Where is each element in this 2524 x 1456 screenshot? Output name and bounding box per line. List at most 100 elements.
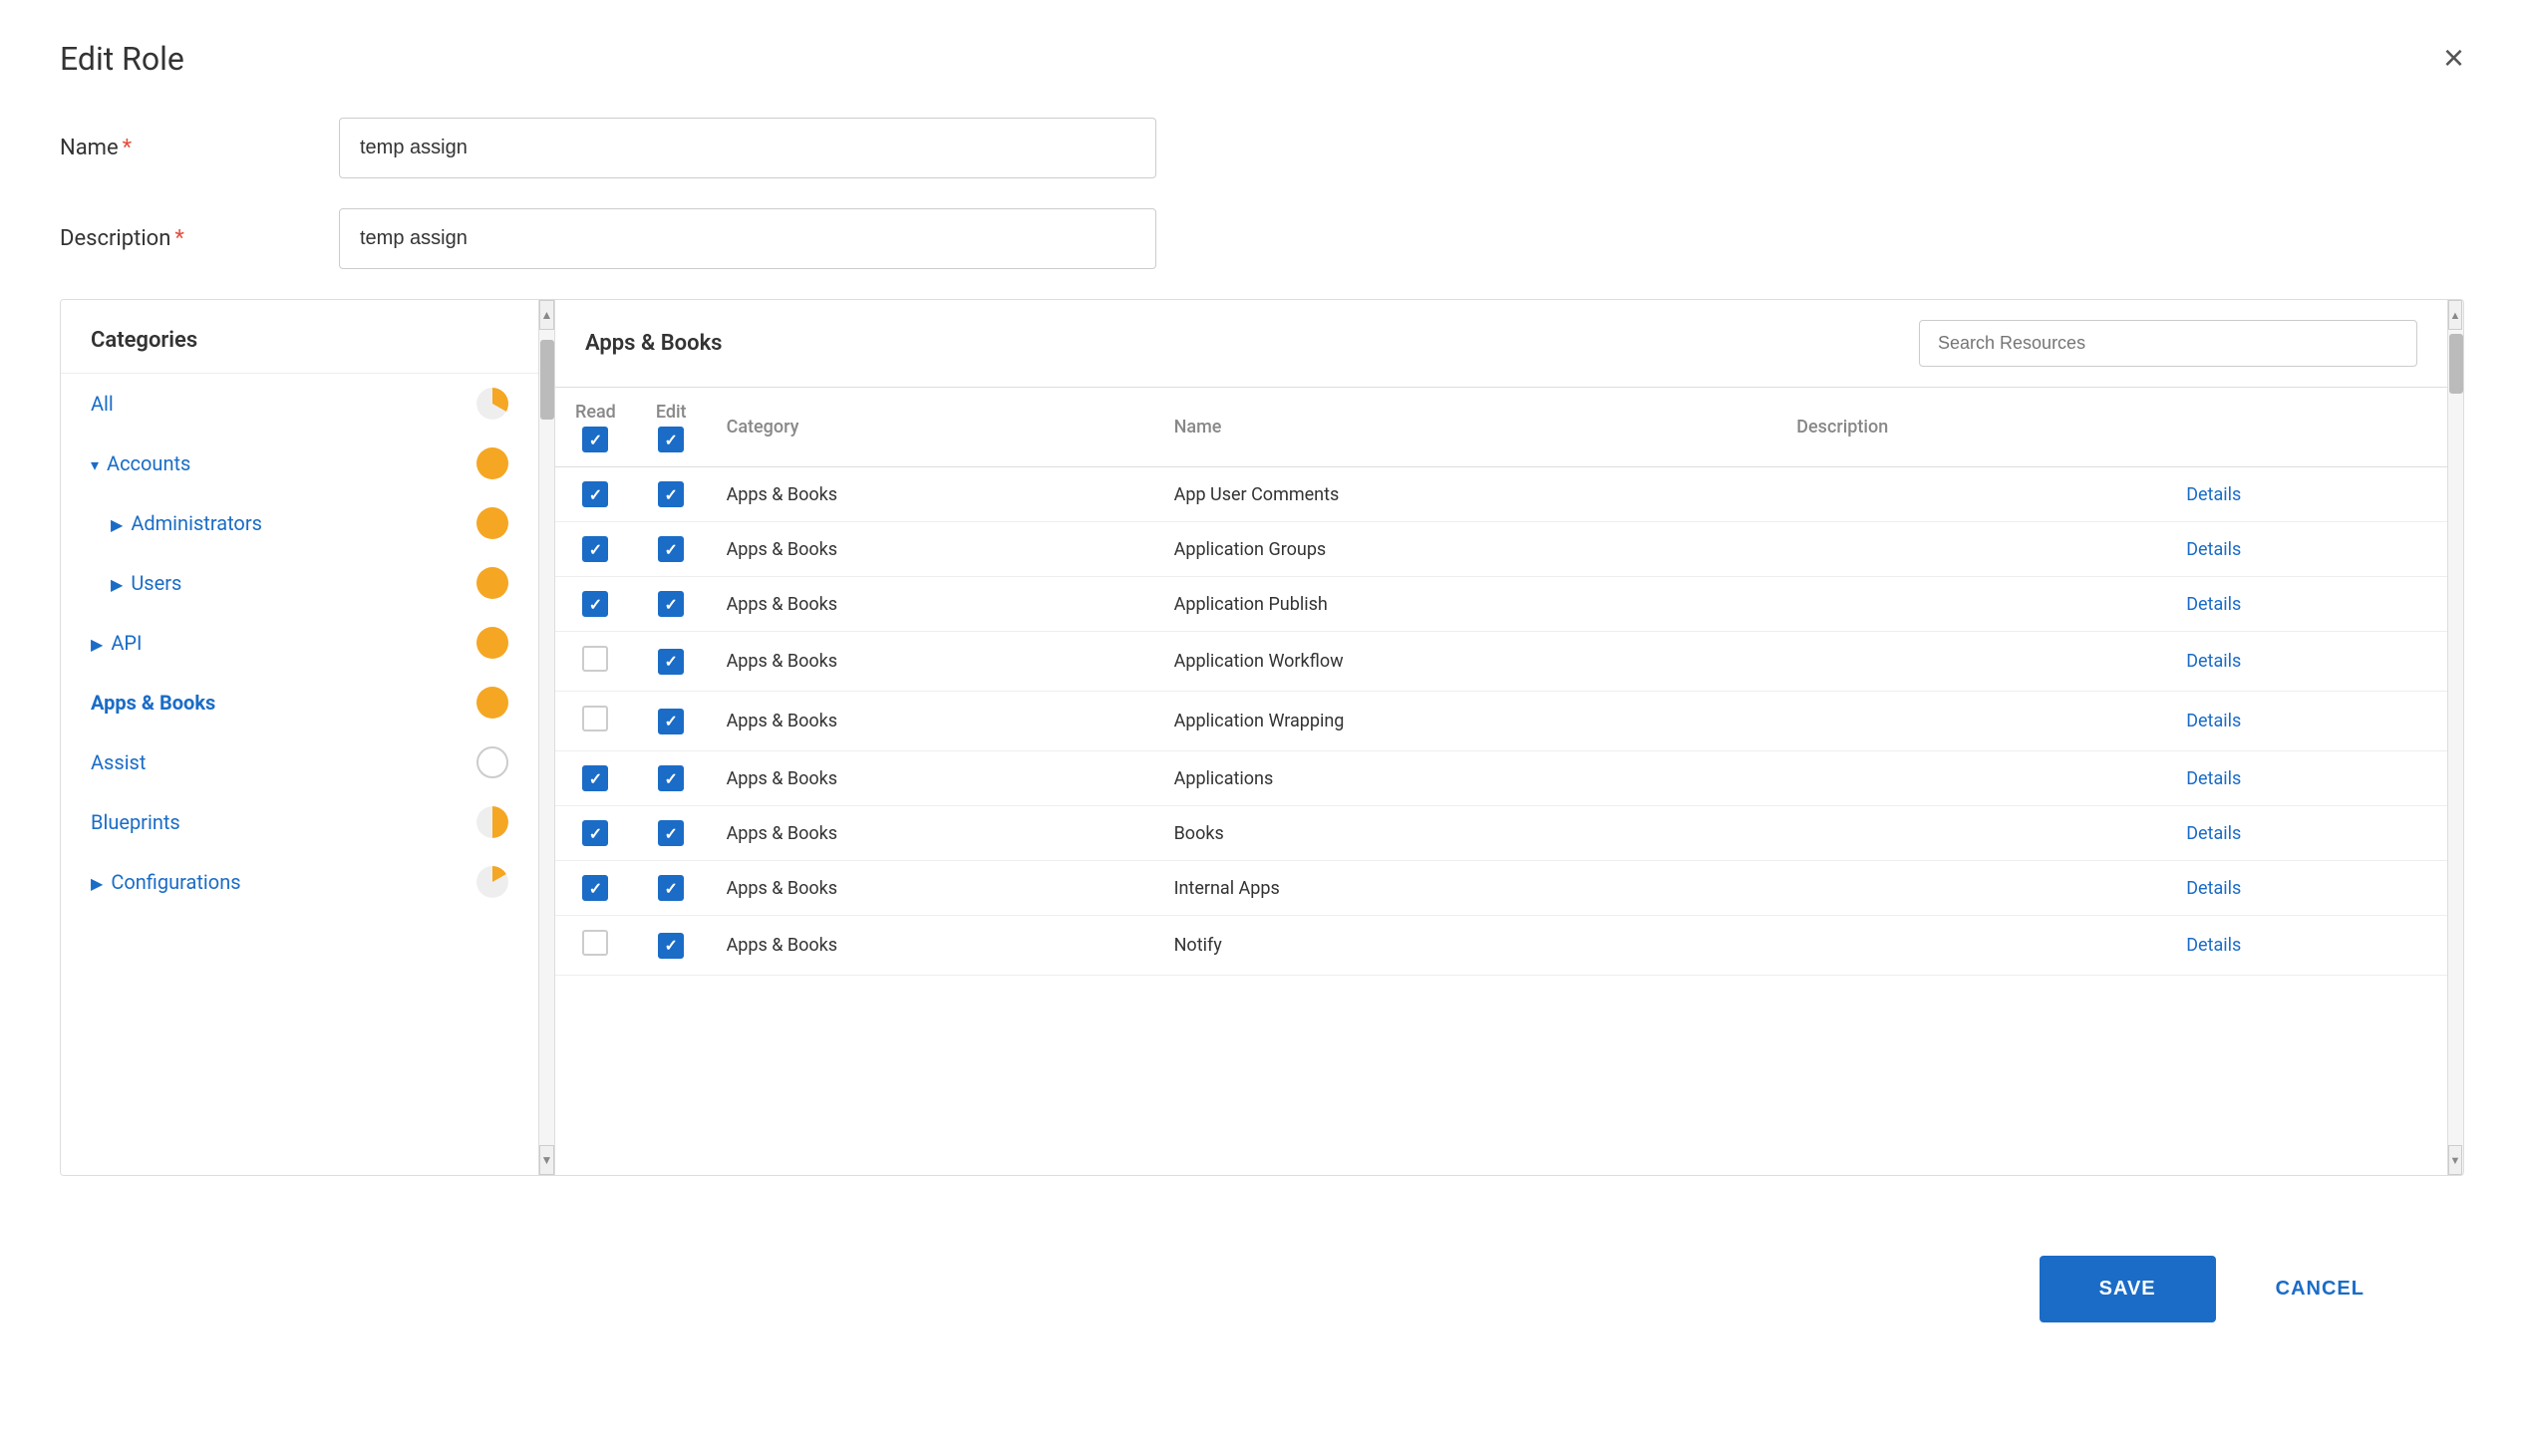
description-input[interactable] — [339, 208, 1156, 269]
row-description-cell — [1776, 632, 2166, 692]
table-row: Apps & Books Application Publish Details — [555, 577, 2447, 632]
category-indicator-configurations — [476, 866, 508, 898]
resources-scroll-up[interactable]: ▲ — [2448, 300, 2462, 330]
header-actions — [2166, 388, 2447, 467]
category-item-accounts[interactable]: ▾Accounts — [61, 434, 538, 493]
description-label: Description* — [60, 226, 339, 251]
edit-checkbox-4[interactable] — [658, 649, 684, 675]
category-label-configurations: ▶Configurations — [91, 870, 241, 894]
category-indicator-users — [476, 567, 508, 599]
row-description-cell — [1776, 577, 2166, 632]
category-item-assist[interactable]: Assist — [61, 732, 538, 792]
row-description-cell — [1776, 806, 2166, 861]
table-row: Apps & Books Internal Apps Details — [555, 861, 2447, 916]
details-link-2[interactable]: Details — [2186, 539, 2241, 560]
edit-checkbox-1[interactable] — [658, 481, 684, 507]
category-label-apps-books: Apps & Books — [91, 691, 215, 715]
scroll-thumb[interactable] — [540, 340, 554, 420]
row-name-cell: Application Workflow — [1154, 632, 1777, 692]
category-item-apps-books[interactable]: Apps & Books — [61, 673, 538, 732]
chevron-users: ▶ — [111, 575, 123, 594]
row-read-cell — [555, 467, 636, 522]
row-category-cell: Apps & Books — [707, 861, 1154, 916]
read-checkbox-6[interactable] — [582, 765, 608, 791]
name-input[interactable] — [339, 118, 1156, 178]
category-indicator-apps-books — [476, 687, 508, 719]
details-link-7[interactable]: Details — [2186, 823, 2241, 844]
category-item-all[interactable]: All — [61, 374, 538, 434]
read-checkbox-9[interactable] — [582, 930, 608, 956]
row-name-cell: Application Publish — [1154, 577, 1777, 632]
categories-scroll-track: ▲ ▼ — [539, 300, 555, 1175]
edit-role-modal: Edit Role × Name* Description* Categorie… — [0, 0, 2524, 1456]
read-checkbox-8[interactable] — [582, 875, 608, 901]
edit-checkbox-7[interactable] — [658, 820, 684, 846]
chevron-api: ▶ — [91, 635, 103, 654]
category-item-users[interactable]: ▶Users — [61, 553, 538, 613]
scroll-up-arrow[interactable]: ▲ — [539, 300, 554, 330]
details-link-3[interactable]: Details — [2186, 594, 2241, 615]
header-edit: Edit — [636, 388, 707, 467]
category-item-administrators[interactable]: ▶Administrators — [61, 493, 538, 553]
edit-checkbox-5[interactable] — [658, 709, 684, 734]
read-checkbox-4[interactable] — [582, 646, 608, 672]
header-category: Category — [707, 388, 1154, 467]
read-checkbox-3[interactable] — [582, 591, 608, 617]
edit-checkbox-8[interactable] — [658, 875, 684, 901]
table-row: Apps & Books Notify Details — [555, 916, 2447, 976]
row-description-cell — [1776, 467, 2166, 522]
edit-checkbox-2[interactable] — [658, 536, 684, 562]
footer: SAVE CANCEL — [60, 1216, 2464, 1362]
resources-scroll-track: ▲ ▼ — [2447, 300, 2463, 1175]
details-link-1[interactable]: Details — [2186, 484, 2241, 505]
category-item-api[interactable]: ▶API — [61, 613, 538, 673]
table-header: Read Edit Categor — [555, 388, 2447, 467]
cancel-button[interactable]: CANCEL — [2236, 1256, 2404, 1322]
category-label-all: All — [91, 392, 114, 416]
category-label-blueprints: Blueprints — [91, 810, 180, 834]
search-resources-input[interactable] — [1919, 320, 2417, 367]
category-label-administrators: ▶Administrators — [111, 511, 262, 535]
resources-scroll-down[interactable]: ▼ — [2448, 1145, 2462, 1175]
table-row: Apps & Books Application Wrapping Detail… — [555, 692, 2447, 751]
resources-table: Read Edit Categor — [555, 388, 2447, 976]
name-row: Name* — [60, 118, 2464, 178]
category-indicator-api — [476, 627, 508, 659]
category-item-blueprints[interactable]: Blueprints — [61, 792, 538, 852]
row-name-cell: Application Groups — [1154, 522, 1777, 577]
read-checkbox-2[interactable] — [582, 536, 608, 562]
scroll-down-arrow[interactable]: ▼ — [539, 1145, 554, 1175]
name-label: Name* — [60, 136, 339, 160]
edit-checkbox-6[interactable] — [658, 765, 684, 791]
resources-scroll-thumb[interactable] — [2449, 334, 2463, 394]
details-link-6[interactable]: Details — [2186, 768, 2241, 789]
header-edit-checkbox[interactable] — [658, 427, 684, 452]
row-name-cell: Books — [1154, 806, 1777, 861]
edit-checkbox-9[interactable] — [658, 933, 684, 959]
categories-panel: Categories All ▾Accounts ▶Administrat — [61, 300, 539, 1175]
read-checkbox-7[interactable] — [582, 820, 608, 846]
row-name-cell: Notify — [1154, 916, 1777, 976]
row-name-cell: App User Comments — [1154, 467, 1777, 522]
category-label-users: ▶Users — [111, 571, 181, 595]
row-name-cell: Applications — [1154, 751, 1777, 806]
edit-checkbox-3[interactable] — [658, 591, 684, 617]
category-label-api: ▶API — [91, 631, 142, 655]
header-read-checkbox[interactable] — [582, 427, 608, 452]
details-link-9[interactable]: Details — [2186, 935, 2241, 956]
details-link-4[interactable]: Details — [2186, 651, 2241, 672]
row-category-cell: Apps & Books — [707, 692, 1154, 751]
details-link-5[interactable]: Details — [2186, 711, 2241, 731]
row-category-cell: Apps & Books — [707, 577, 1154, 632]
details-link-8[interactable]: Details — [2186, 878, 2241, 899]
read-checkbox-1[interactable] — [582, 481, 608, 507]
close-button[interactable]: × — [2443, 40, 2464, 76]
category-indicator-accounts — [476, 447, 508, 479]
resources-table-container: Read Edit Categor — [555, 388, 2447, 1175]
row-category-cell: Apps & Books — [707, 806, 1154, 861]
save-button[interactable]: SAVE — [2040, 1256, 2216, 1322]
table-row: Apps & Books Books Details — [555, 806, 2447, 861]
category-item-configurations[interactable]: ▶Configurations — [61, 852, 538, 912]
read-checkbox-5[interactable] — [582, 706, 608, 731]
row-edit-cell — [636, 467, 707, 522]
